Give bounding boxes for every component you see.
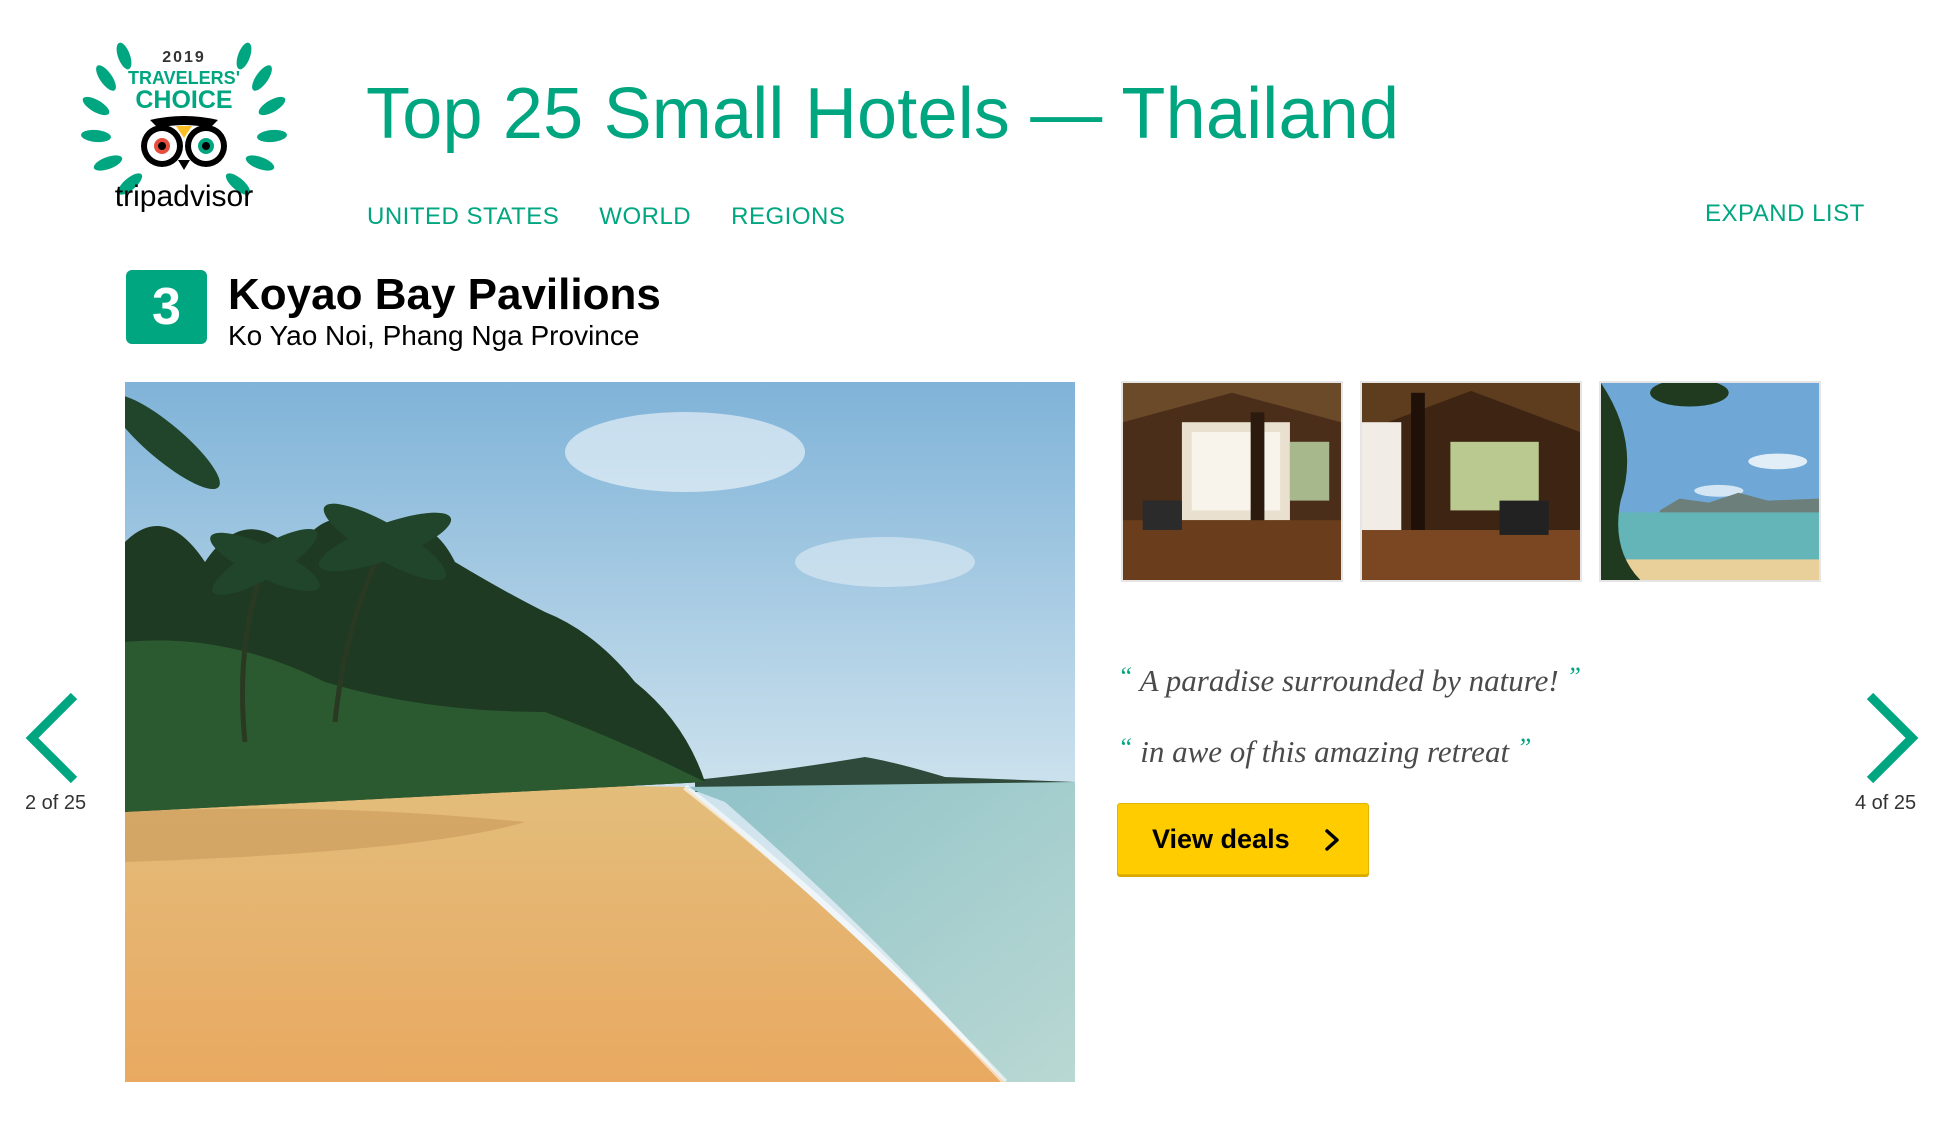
view-deals-label: View deals [1152,823,1290,854]
open-quote-icon: “ [1118,733,1133,762]
chevron-left-icon [25,692,78,784]
thumbnail-bedroom[interactable] [1121,381,1343,582]
thumbnail-bay-view[interactable] [1599,381,1821,582]
nav-regions[interactable]: REGIONS [731,203,845,231]
quote-text: A paradise surrounded by nature! [1139,663,1559,698]
chevron-right-icon [1325,829,1339,851]
hotel-name[interactable]: Koyao Bay Pavilions [228,270,661,320]
chevron-right-icon [1866,692,1919,784]
nav-united-states[interactable]: UNITED STATES [367,203,559,231]
quote-text: in awe of this amazing retreat [1140,734,1510,769]
rank-badge: 3 [126,270,207,344]
close-quote-icon: ” [1516,733,1532,762]
review-quote: “ in awe of this amazing retreat ” [1118,733,1531,770]
thumbnail-living-area[interactable] [1360,381,1582,582]
next-counter: 4 of 25 [1855,792,1917,814]
svg-text:CHOICE: CHOICE [135,86,232,114]
open-quote-icon: “ [1118,662,1133,691]
laurel-right-icon [225,42,287,195]
view-deals-button[interactable]: View deals [1117,803,1369,875]
page-title: Top 25 Small Hotels — Thailand [366,74,1400,154]
svg-text:TRAVELERS': TRAVELERS' [128,68,240,88]
review-quote: “ A paradise surrounded by nature! ” [1118,662,1581,699]
main-hotel-photo[interactable] [125,382,1075,1082]
travelers-choice-badge: 2019 TRAVELERS' CHOICE tripadvisor [78,28,290,228]
next-hotel-button[interactable] [1862,690,1922,786]
nav-world[interactable]: WORLD [599,203,691,231]
laurel-left-icon [81,42,143,195]
region-nav: UNITED STATES WORLD REGIONS [367,203,845,231]
svg-text:2019: 2019 [162,49,206,66]
owl-icon [141,116,227,170]
previous-counter: 2 of 25 [25,792,87,814]
svg-text:tripadvisor: tripadvisor [115,180,253,213]
previous-hotel-button[interactable] [22,690,82,786]
expand-list-link[interactable]: EXPAND LIST [1705,200,1865,228]
hotel-location: Ko Yao Noi, Phang Nga Province [228,320,640,351]
close-quote-icon: ” [1566,662,1581,691]
